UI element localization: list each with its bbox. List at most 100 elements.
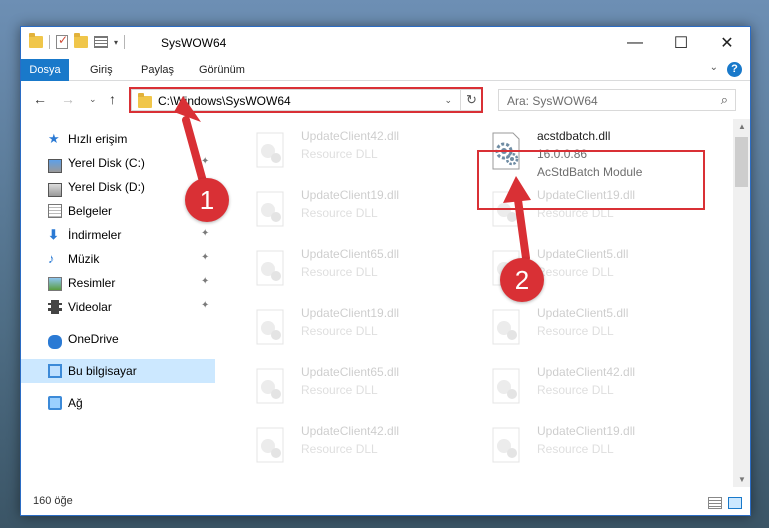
toolbar-separator [49, 35, 50, 49]
download-icon: ⬇ [48, 227, 59, 242]
file-tile[interactable]: UpdateClient5.dll Resource DLL [481, 300, 711, 356]
explorer-window: ▾ SysWOW64 — ☐ ✕ Dosya Giriş Paylaş Görü… [20, 26, 751, 516]
file-tile[interactable]: UpdateClient19.dll Resource DLL [245, 300, 475, 356]
search-icon[interactable]: ⌕ [721, 92, 728, 108]
file-type: Resource DLL [301, 206, 378, 220]
dll-file-icon [492, 427, 520, 463]
tab-home[interactable]: Giriş [90, 59, 113, 81]
view-properties-icon[interactable] [94, 36, 108, 48]
customize-toolbar-chevron-icon[interactable]: ▾ [114, 38, 118, 47]
file-name: UpdateClient42.dll [537, 365, 636, 379]
dll-file-icon [256, 309, 284, 345]
sidebar-item-label: Hızlı erişim [68, 132, 128, 146]
help-icon[interactable]: ? [727, 62, 742, 77]
dll-file-icon [256, 250, 284, 286]
ribbon-tabs: Dosya Giriş Paylaş Görünüm ⌄ ? [21, 59, 750, 81]
new-folder-icon[interactable] [74, 33, 88, 48]
sidebar-item-pictures[interactable]: Resimler ✦ [21, 271, 215, 295]
item-count: 160 öğe [33, 495, 73, 507]
step-2-badge: 2 [500, 258, 544, 302]
tab-share[interactable]: Paylaş [141, 59, 174, 81]
file-tile[interactable]: UpdateClient42.dll Resource DLL [481, 359, 711, 415]
file-tile[interactable]: UpdateClient19.dll Resource DLL [245, 182, 475, 238]
tab-file[interactable]: Dosya [21, 59, 69, 81]
file-type: Resource DLL [301, 147, 378, 161]
title-bar: ▾ SysWOW64 — ☐ ✕ [21, 27, 750, 59]
file-name: UpdateClient42.dll [301, 424, 400, 438]
vertical-scrollbar[interactable]: ▲ ▼ [733, 119, 750, 487]
up-arrow-icon[interactable]: ↑ [109, 91, 116, 107]
sidebar-item-onedrive[interactable]: OneDrive [21, 327, 215, 351]
file-name: UpdateClient42.dll [301, 129, 400, 143]
file-highlight-box [477, 150, 705, 210]
sidebar-item-this-pc[interactable]: Bu bilgisayar [21, 359, 215, 383]
file-tile[interactable]: UpdateClient42.dll Resource DLL [245, 418, 475, 474]
music-icon: ♪ [48, 251, 55, 266]
details-view-icon[interactable] [708, 497, 722, 509]
sidebar-item-label: Bu bilgisayar [68, 364, 137, 378]
dll-file-icon [492, 368, 520, 404]
navigation-bar: ← → ⌄ ↑ C:\Windows\SysWOW64 ⌄ ↻ Ara: Sys… [21, 84, 750, 116]
sidebar-item-network[interactable]: Ağ [21, 391, 215, 415]
large-icons-view-icon[interactable] [728, 497, 742, 509]
status-bar: 160 öğe [21, 491, 750, 515]
forward-arrow-icon[interactable]: → [61, 91, 75, 107]
file-tile[interactable]: UpdateClient65.dll Resource DLL [245, 241, 475, 297]
scroll-down-arrow-icon[interactable]: ▼ [738, 475, 746, 484]
file-type: Resource DLL [301, 383, 378, 397]
sidebar-item-label: İndirmeler [68, 228, 122, 242]
step-1-badge: 1 [185, 178, 229, 222]
sidebar-item-label: Belgeler [68, 204, 113, 218]
sidebar-item-downloads[interactable]: ⬇ İndirmeler ✦ [21, 223, 215, 247]
onedrive-icon [48, 335, 62, 349]
search-placeholder[interactable]: Ara: SysWOW64 [507, 94, 598, 108]
back-arrow-icon[interactable]: ← [33, 91, 47, 107]
file-name: UpdateClient5.dll [537, 306, 629, 320]
file-tile[interactable]: UpdateClient65.dll Resource DLL [245, 359, 475, 415]
file-name: UpdateClient65.dll [301, 365, 400, 379]
pin-icon: ✦ [201, 252, 210, 263]
sidebar-item-label: Resimler [68, 276, 116, 290]
file-name: UpdateClient19.dll [301, 188, 400, 202]
sidebar-item-quick-access[interactable]: ★ Hızlı erişim [21, 127, 215, 151]
file-type: Resource DLL [301, 265, 378, 279]
drive-icon [48, 183, 62, 197]
recent-locations-chevron-icon[interactable]: ⌄ [89, 94, 97, 105]
tab-view[interactable]: Görünüm [199, 59, 245, 81]
scroll-thumb[interactable] [735, 137, 748, 187]
sidebar-item-label: Yerel Disk (C:) [68, 156, 145, 170]
file-tile[interactable]: UpdateClient42.dll Resource DLL [245, 123, 475, 179]
sidebar-item-music[interactable]: ♪ Müzik ✦ [21, 247, 215, 271]
pin-icon: ✦ [201, 300, 210, 311]
sidebar-item-videos[interactable]: Videolar ✦ [21, 295, 215, 319]
dll-file-icon [256, 368, 284, 404]
pin-icon: ✦ [201, 228, 210, 239]
close-button[interactable]: ✕ [704, 27, 750, 59]
dll-file-icon [256, 427, 284, 463]
dll-file-icon [492, 309, 520, 345]
file-name: UpdateClient19.dll [301, 306, 400, 320]
file-type: Resource DLL [537, 265, 614, 279]
expand-ribbon-chevron-icon[interactable]: ⌄ [710, 62, 718, 73]
sidebar-item-label: Videolar [68, 300, 112, 314]
minimize-button[interactable]: — [612, 27, 658, 59]
this-pc-icon [48, 364, 62, 378]
file-name: UpdateClient5.dll [537, 247, 629, 261]
sidebar-item-label: Yerel Disk (D:) [68, 180, 145, 194]
navigation-pane: ★ Hızlı erişim Yerel Disk (C:) ✦ Yerel D… [21, 119, 215, 489]
file-type: Resource DLL [301, 324, 378, 338]
documents-icon [48, 204, 62, 218]
file-tile[interactable]: UpdateClient19.dll Resource DLL [481, 418, 711, 474]
videos-icon [48, 300, 62, 314]
file-type: Resource DLL [537, 442, 614, 456]
network-icon [48, 396, 62, 410]
maximize-button[interactable]: ☐ [658, 27, 704, 59]
scroll-up-arrow-icon[interactable]: ▲ [738, 122, 746, 131]
sidebar-item-local-disk-c[interactable]: Yerel Disk (C:) ✦ [21, 151, 215, 175]
properties-check-icon[interactable] [56, 33, 68, 49]
quick-access-toolbar: ▾ [29, 33, 126, 49]
toolbar-separator [124, 35, 126, 49]
pin-icon: ✦ [201, 276, 210, 287]
sidebar-item-label: OneDrive [68, 332, 119, 346]
search-box[interactable]: Ara: SysWOW64 ⌕ [498, 89, 736, 111]
